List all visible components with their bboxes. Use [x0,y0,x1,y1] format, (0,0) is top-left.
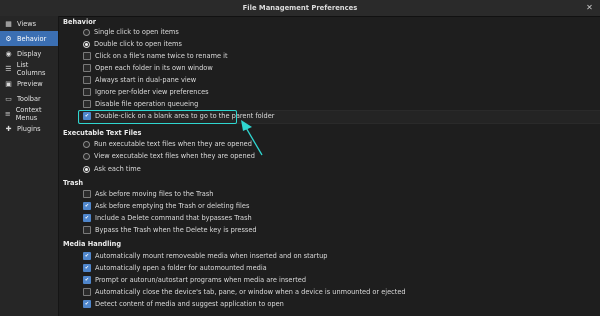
title-bar: File Management Preferences ✕ [0,0,600,17]
option-view-executable[interactable]: View executable text files when they are… [83,151,255,161]
option-label: Prompt or autorun/autostart programs whe… [95,276,307,284]
option-label: Ask before moving files to the Trash [95,190,214,198]
option-label: Detect content of media and suggest appl… [95,300,284,308]
checkbox[interactable] [83,100,91,108]
sidebar-item-list-columns[interactable]: ☰ List Columns [0,60,58,77]
sidebar-item-label: Toolbar [17,94,41,103]
list-icon: ☰ [5,64,12,73]
sidebar-item-plugins[interactable]: ✚ Plugins [0,121,58,136]
section-heading-executable: Executable Text Files [63,129,142,137]
option-ask-emptying-trash[interactable]: Ask before emptying the Trash or deletin… [83,201,249,211]
radio-button[interactable] [83,40,90,48]
sidebar-item-label: Plugins [17,124,41,133]
checkbox[interactable] [83,64,91,72]
sidebar-item-label: List Columns [16,60,46,77]
option-prompt-autorun[interactable]: Prompt or autorun/autostart programs whe… [83,275,306,285]
option-label: Always start in dual-pane view [95,76,197,84]
menu-icon: ≡ [4,109,11,118]
radio-button[interactable] [83,28,90,36]
option-label: Single click to open items [94,28,179,36]
checkbox[interactable] [83,214,91,222]
option-ask-moving-trash[interactable]: Ask before moving files to the Trash [83,189,213,199]
sidebar-item-toolbar[interactable]: ▭ Toolbar [0,91,58,106]
checkbox[interactable] [83,202,91,210]
window-title: File Management Preferences [242,4,358,12]
preferences-content: Behavior Single click to open items Doub… [58,16,600,316]
option-ask-each-time[interactable]: Ask each time [83,164,141,174]
checkbox[interactable] [83,190,91,198]
image-icon: ▣ [5,79,12,88]
option-label: Automatically mount removeable media whe… [95,252,328,260]
sidebar-item-label: Behavior [17,34,47,43]
sidebar-item-label: Context Menus [15,105,42,122]
option-label: Disable file operation queueing [95,100,199,108]
sidebar-item-display[interactable]: ◉ Display [0,46,58,61]
option-label: Ask each time [94,165,141,173]
views-icon: ▦ [5,19,12,28]
option-label: Bypass the Trash when the Delete key is … [95,226,257,234]
section-heading-behavior: Behavior [63,18,96,26]
highlight-callout-box [78,110,237,124]
option-label: View executable text files when they are… [94,152,255,160]
option-label: Open each folder in its own window [95,64,213,72]
checkbox[interactable] [83,226,91,234]
sidebar-item-label: Views [17,19,37,28]
option-own-window[interactable]: Open each folder in its own window [83,63,213,73]
option-detect-content[interactable]: Detect content of media and suggest appl… [83,299,284,309]
sidebar-item-behavior[interactable]: ⚙ Behavior [0,31,58,46]
sidebar: ▦ Views ⚙ Behavior ◉ Display ☰ List Colu… [0,16,59,316]
checkbox[interactable] [83,288,91,296]
checkbox[interactable] [83,276,91,284]
close-icon[interactable]: ✕ [585,3,594,12]
option-single-click[interactable]: Single click to open items [83,27,179,37]
option-double-click[interactable]: Double click to open items [83,39,182,49]
option-label: Automatically open a folder for automoun… [95,264,267,272]
option-run-executable[interactable]: Run executable text files when they are … [83,139,252,149]
option-bypass-trash[interactable]: Bypass the Trash when the Delete key is … [83,225,257,235]
section-heading-media: Media Handling [63,240,122,248]
option-auto-open-folder[interactable]: Automatically open a folder for automoun… [83,263,267,273]
checkbox[interactable] [83,52,91,60]
section-heading-trash: Trash [63,179,84,187]
sidebar-item-label: Preview [17,79,43,88]
option-click-rename[interactable]: Click on a file's name twice to rename i… [83,51,228,61]
toolbar-icon: ▭ [5,94,12,103]
gear-icon: ⚙ [5,34,12,43]
option-ignore-per-folder[interactable]: Ignore per-folder view preferences [83,87,209,97]
option-disable-queueing[interactable]: Disable file operation queueing [83,99,198,109]
sidebar-item-preview[interactable]: ▣ Preview [0,76,58,91]
option-label: Include a Delete command that bypasses T… [95,214,252,222]
checkbox[interactable] [83,300,91,308]
radio-button[interactable] [83,140,90,148]
radio-button[interactable] [83,165,90,173]
option-auto-close-tab[interactable]: Automatically close the device's tab, pa… [83,287,406,297]
option-label: Automatically close the device's tab, pa… [95,288,406,296]
option-automount[interactable]: Automatically mount removeable media whe… [83,251,327,261]
sidebar-item-label: Display [17,49,42,58]
checkbox[interactable] [83,76,91,84]
option-label: Ask before emptying the Trash or deletin… [95,202,250,210]
sidebar-item-views[interactable]: ▦ Views [0,16,58,31]
radio-button[interactable] [83,152,90,160]
eye-icon: ◉ [5,49,12,58]
checkbox[interactable] [83,88,91,96]
option-include-delete[interactable]: Include a Delete command that bypasses T… [83,213,252,223]
checkbox[interactable] [83,252,91,260]
option-label: Double click to open items [94,40,182,48]
checkbox[interactable] [83,264,91,272]
puzzle-icon: ✚ [5,124,12,133]
option-dual-pane[interactable]: Always start in dual-pane view [83,75,196,85]
option-label: Ignore per-folder view preferences [95,88,209,96]
option-label: Run executable text files when they are … [94,140,252,148]
sidebar-item-context-menus[interactable]: ≡ Context Menus [0,105,58,122]
option-label: Click on a file's name twice to rename i… [95,52,228,60]
